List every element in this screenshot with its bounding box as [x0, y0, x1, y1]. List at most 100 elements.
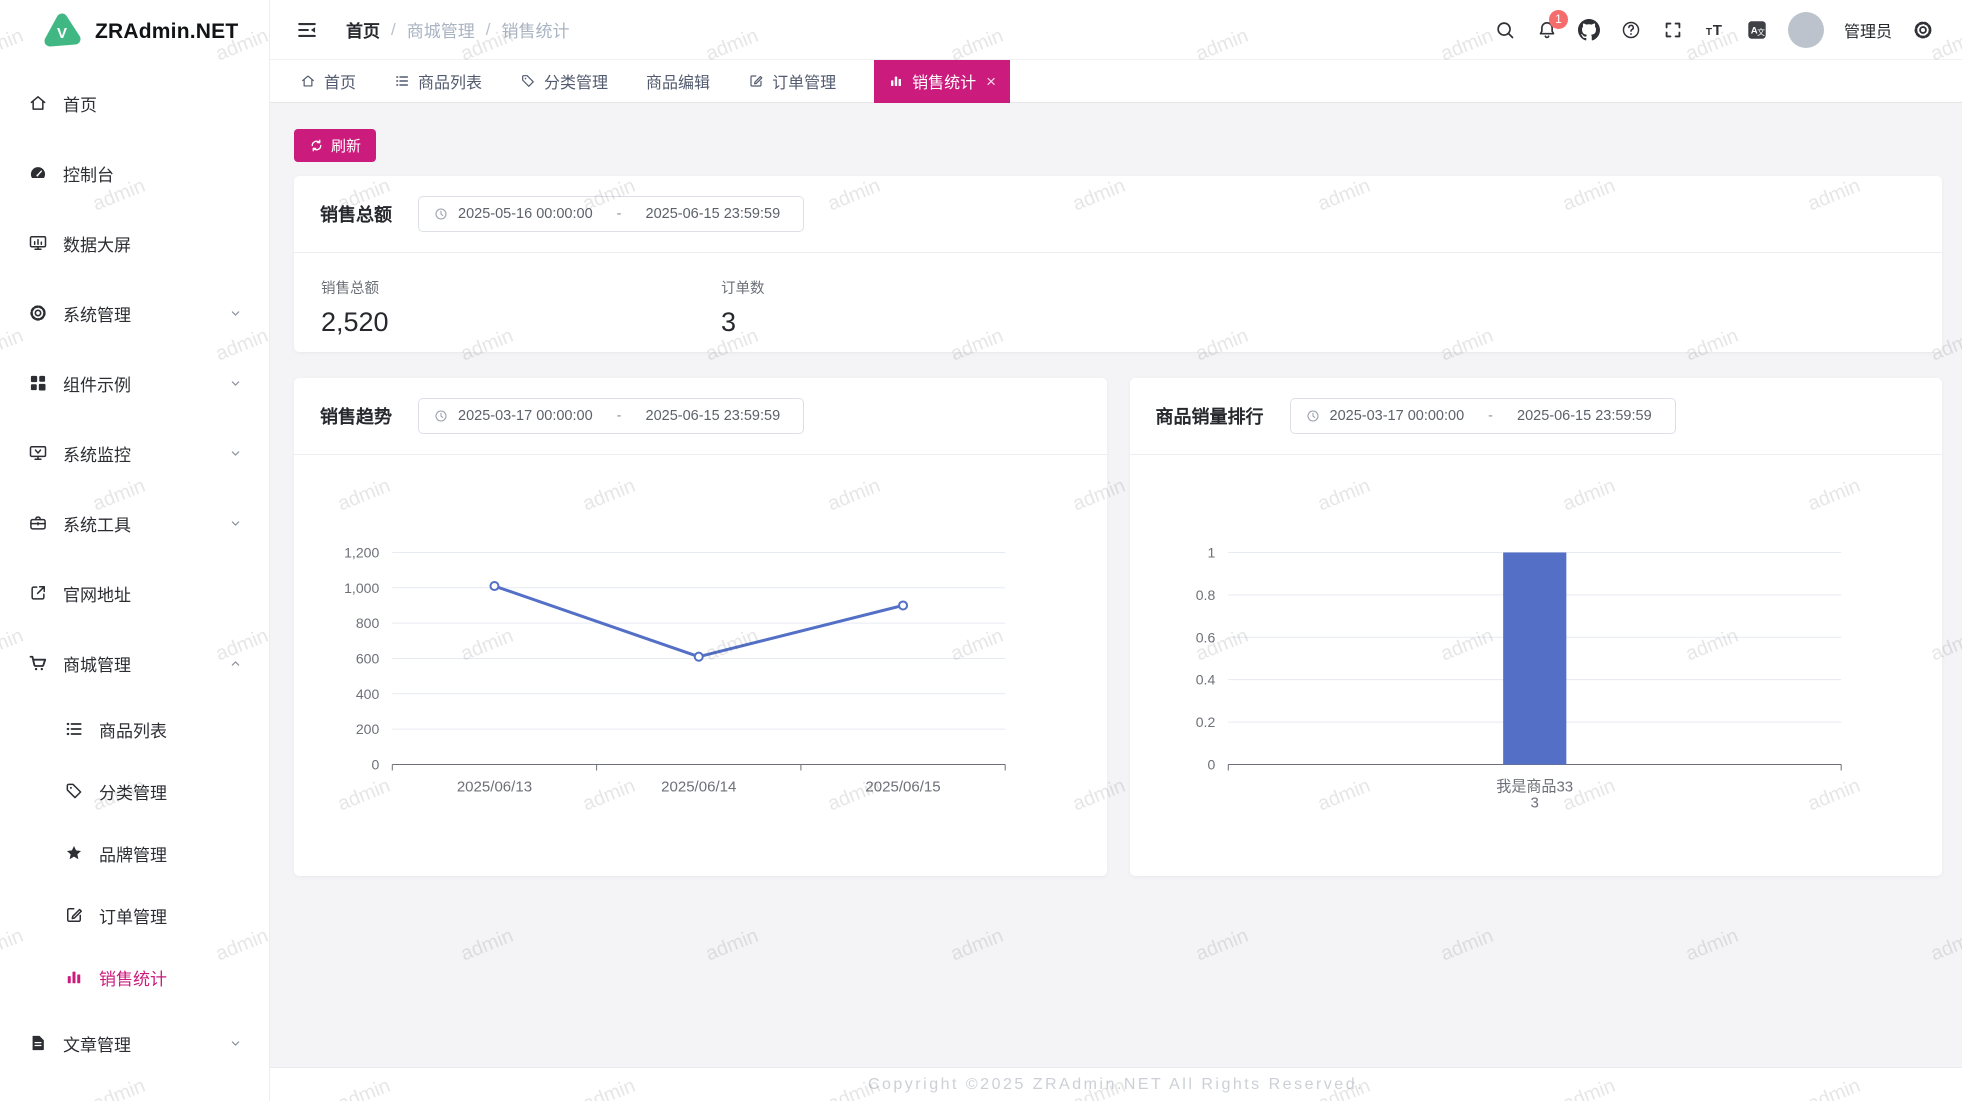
- sidebar-item[interactable]: 分类管理: [0, 760, 269, 822]
- list-icon: [394, 73, 410, 89]
- svg-text:2025/06/13: 2025/06/13: [457, 779, 532, 796]
- sidebar-item[interactable]: 商品列表: [0, 698, 269, 760]
- sidebar-item-label: 商品列表: [99, 717, 167, 742]
- content: 刷新 销售总额 2025-05-16 00:00:00 - 2025-06-15…: [270, 103, 1962, 1067]
- sidebar-item[interactable]: 数据大屏: [0, 208, 269, 278]
- sidebar-item[interactable]: 系统管理: [0, 278, 269, 348]
- language-button[interactable]: A文: [1746, 19, 1768, 41]
- collapse-sidebar-button[interactable]: [296, 19, 318, 41]
- svg-text:1,200: 1,200: [344, 544, 379, 560]
- stat-value: 2,520: [321, 307, 721, 338]
- gear-icon: [28, 303, 48, 323]
- date-start: 2025-03-17 00:00:00: [1330, 408, 1465, 424]
- avatar[interactable]: [1788, 12, 1824, 48]
- sidebar-item-label: 首页: [63, 91, 97, 116]
- sidebar-item[interactable]: 商城管理: [0, 628, 269, 698]
- date-start: 2025-05-16 00:00:00: [458, 206, 593, 222]
- tab[interactable]: 分类管理: [520, 60, 608, 103]
- breadcrumb-item-home[interactable]: 首页: [346, 17, 380, 42]
- date-range-picker[interactable]: 2025-05-16 00:00:00 - 2025-06-15 23:59:5…: [418, 196, 804, 232]
- sidebar-item-label: 品牌管理: [99, 841, 167, 866]
- notifications-button[interactable]: 1: [1536, 19, 1558, 41]
- date-separator: -: [617, 206, 622, 222]
- tab-label: 订单管理: [772, 69, 836, 93]
- breadcrumb-separator: /: [391, 20, 396, 40]
- sales-trend-title: 销售趋势: [320, 403, 392, 429]
- svg-text:2025/06/14: 2025/06/14: [661, 779, 736, 796]
- svg-text:文: 文: [1757, 26, 1765, 36]
- card-header: 商品销量排行 2025-03-17 00:00:00 - 2025-06-15 …: [1130, 378, 1943, 455]
- edit-icon: [748, 73, 764, 89]
- sales-total-card: 销售总额 2025-05-16 00:00:00 - 2025-06-15 23…: [294, 176, 1942, 352]
- sidebar-item[interactable]: 系统监控: [0, 418, 269, 488]
- breadcrumb-item-mall[interactable]: 商城管理: [407, 17, 475, 42]
- svg-text:800: 800: [356, 615, 380, 631]
- svg-text:V: V: [57, 25, 67, 42]
- username[interactable]: 管理员: [1844, 18, 1892, 42]
- svg-text:T: T: [1706, 27, 1713, 38]
- star-icon: [64, 843, 84, 863]
- font-size-icon: TT: [1704, 19, 1726, 41]
- screen-icon: [28, 233, 48, 253]
- sidebar-item[interactable]: 官网地址: [0, 558, 269, 628]
- sidebar-item[interactable]: 品牌管理: [0, 822, 269, 884]
- footer: Copyright ©2025 ZRAdmin.NET All Rights R…: [270, 1067, 1962, 1101]
- sidebar-item[interactable]: 订单管理: [0, 884, 269, 946]
- close-icon[interactable]: ×: [986, 73, 996, 90]
- sidebar-item[interactable]: 组件示例: [0, 348, 269, 418]
- sidebar-item[interactable]: 系统工具: [0, 488, 269, 558]
- tab-label: 商品列表: [418, 69, 482, 93]
- chevron-down-icon: [228, 446, 243, 461]
- date-range-picker[interactable]: 2025-03-17 00:00:00 - 2025-06-15 23:59:5…: [418, 398, 804, 434]
- tag-icon: [64, 781, 84, 801]
- chevron-down-icon: [228, 1036, 243, 1051]
- tab[interactable]: 销售统计×: [874, 60, 1010, 103]
- stat-value: 3: [721, 307, 1121, 338]
- refresh-button[interactable]: 刷新: [294, 129, 376, 162]
- svg-text:我是商品333: 我是商品333: [1496, 779, 1573, 812]
- fullscreen-button[interactable]: [1662, 19, 1684, 41]
- tab[interactable]: 首页: [300, 60, 356, 103]
- sidebar-item[interactable]: 销售统计: [0, 946, 269, 1008]
- bar-chart-icon: [64, 967, 84, 987]
- tab[interactable]: 商品列表: [394, 60, 482, 103]
- clock-icon: [1305, 408, 1321, 424]
- stats-row: 销售总额 2,520 订单数 3: [294, 253, 1942, 338]
- product-rank-chart: 00.20.40.60.81我是商品333: [1130, 455, 1943, 876]
- logo[interactable]: V ZRAdmin.NET: [0, 0, 269, 64]
- notification-badge: 1: [1549, 10, 1568, 29]
- svg-text:1: 1: [1207, 544, 1215, 560]
- date-range-picker[interactable]: 2025-03-17 00:00:00 - 2025-06-15 23:59:5…: [1290, 398, 1676, 434]
- sidebar-item-label: 数据大屏: [63, 231, 131, 256]
- app-root: V ZRAdmin.NET 首页控制台数据大屏系统管理组件示例系统监控系统工具官…: [0, 0, 1962, 1101]
- product-rank-card: 商品销量排行 2025-03-17 00:00:00 - 2025-06-15 …: [1130, 378, 1943, 876]
- svg-text:1,000: 1,000: [344, 580, 379, 596]
- help-button[interactable]: [1620, 19, 1642, 41]
- translate-icon: A文: [1746, 19, 1768, 41]
- font-size-button[interactable]: TT: [1704, 19, 1726, 41]
- sidebar-item-label: 控制台: [63, 161, 114, 186]
- svg-text:400: 400: [356, 686, 380, 702]
- tab[interactable]: 商品编辑: [646, 60, 710, 103]
- chevron-down-icon: [228, 306, 243, 321]
- sidebar-item-label: 销售统计: [99, 965, 167, 990]
- settings-button[interactable]: [1912, 19, 1934, 41]
- sidebar: V ZRAdmin.NET 首页控制台数据大屏系统管理组件示例系统监控系统工具官…: [0, 0, 270, 1101]
- card-header: 销售总额 2025-05-16 00:00:00 - 2025-06-15 23…: [294, 176, 1942, 253]
- help-icon: [1620, 19, 1642, 41]
- sidebar-item-label: 系统监控: [63, 441, 131, 466]
- tab-bar: 首页 商品列表 分类管理商品编辑 订单管理 销售统计×: [270, 60, 1962, 103]
- sidebar-item[interactable]: 文章管理: [0, 1008, 269, 1078]
- stat-label: 订单数: [721, 277, 1121, 298]
- sidebar-item-label: 订单管理: [99, 903, 167, 928]
- stat-label: 销售总额: [321, 277, 721, 298]
- sidebar-item[interactable]: 首页: [0, 68, 269, 138]
- search-button[interactable]: [1494, 19, 1516, 41]
- tab-label: 首页: [324, 69, 356, 93]
- header-actions: 1 TT A文 管理员: [1494, 12, 1934, 48]
- github-icon: [1578, 19, 1600, 41]
- github-button[interactable]: [1578, 19, 1600, 41]
- tab[interactable]: 订单管理: [748, 60, 836, 103]
- refresh-icon: [309, 138, 324, 153]
- sidebar-item[interactable]: 控制台: [0, 138, 269, 208]
